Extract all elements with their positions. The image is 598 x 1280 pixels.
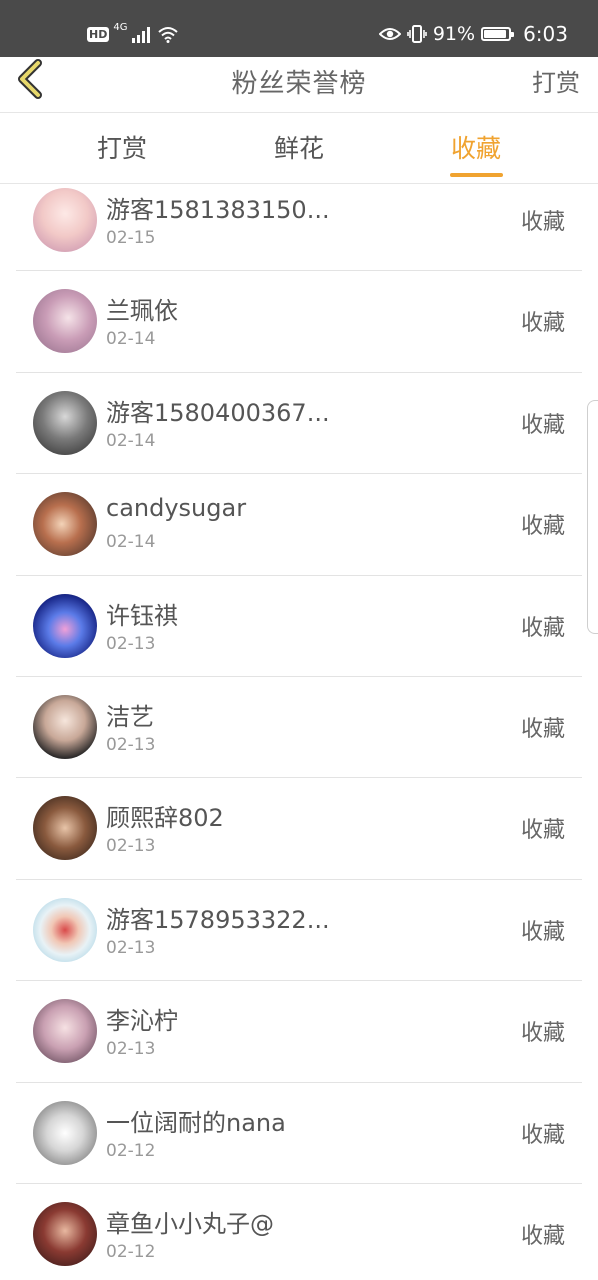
avatar[interactable] (33, 289, 97, 354)
favorite-label: 收藏 (520, 1021, 565, 1047)
favorite-label: 收藏 (520, 1122, 565, 1148)
list-item[interactable]: 一位阔耐的nana 02-12 收藏 (16, 1083, 582, 1184)
eye-icon (378, 28, 401, 40)
list-item[interactable]: 洁艺 02-13 收藏 (16, 677, 582, 779)
item-date: 02-14 (106, 329, 156, 350)
vibrate-icon (407, 25, 427, 43)
favorite-label: 收藏 (520, 311, 565, 337)
avatar[interactable] (33, 390, 97, 455)
battery-icon (481, 27, 515, 41)
reward-button[interactable]: 打赏 (532, 63, 580, 98)
fan-list-content: 游客1581383150... 02-15 收藏 兰珮依 02-14 收藏 游客… (0, 184, 598, 1280)
user-name: 章鱼小小丸子@ (106, 1209, 274, 1238)
item-date: 02-13 (106, 836, 156, 857)
item-date: 02-12 (106, 1140, 156, 1161)
user-name: 洁艺 (106, 702, 154, 731)
avatar[interactable] (33, 593, 97, 658)
list-item[interactable]: 顾熙辞802 02-13 收藏 (16, 778, 582, 880)
user-name: 一位阔耐的nana (106, 1108, 286, 1137)
user-name: 许钰祺 (106, 601, 178, 630)
tab-bar: 打赏 鲜花 收藏 (0, 113, 598, 184)
list-item[interactable]: 游客1578953322... 02-13 收藏 (16, 880, 582, 982)
item-date: 02-13 (106, 1039, 156, 1060)
avatar[interactable] (33, 492, 97, 557)
scroll-edge-handle[interactable] (587, 400, 598, 634)
favorite-label: 收藏 (520, 716, 565, 742)
item-date: 02-15 (106, 228, 156, 248)
battery-text: 91% (432, 23, 476, 45)
wifi-icon (158, 27, 179, 43)
status-bar: HD 4G 91% 6:03 (0, 0, 598, 57)
avatar[interactable] (33, 796, 97, 861)
network-label: 4G (113, 21, 128, 33)
item-date: 02-14 (106, 532, 156, 553)
user-name: 游客1578953322... (106, 905, 330, 934)
user-name: 游客1581383150... (106, 196, 330, 224)
avatar[interactable] (33, 1201, 97, 1266)
clock: 6:03 (523, 22, 568, 46)
user-name: 游客1580400367... (106, 398, 330, 427)
avatar[interactable] (33, 188, 97, 252)
avatar[interactable] (33, 999, 97, 1064)
app-header: 粉丝荣誉榜 打赏 (0, 57, 598, 113)
hd-badge: HD (87, 26, 110, 42)
favorite-label: 收藏 (520, 412, 565, 438)
favorite-label: 收藏 (520, 210, 565, 235)
favorite-label: 收藏 (520, 514, 565, 540)
list-item[interactable]: 游客1580400367... 02-14 收藏 (16, 373, 582, 475)
active-tab-indicator (450, 173, 503, 177)
list-item[interactable]: 许钰祺 02-13 收藏 (16, 576, 582, 677)
tab-flowers[interactable]: 鲜花 (274, 129, 324, 165)
status-left: HD 4G (87, 22, 179, 46)
list-item[interactable]: 兰珮依 02-14 收藏 (16, 271, 582, 373)
status-right: 91% 6:03 (378, 20, 568, 48)
item-date: 02-13 (106, 734, 156, 755)
user-name: 李沁柠 (106, 1007, 178, 1036)
user-name: 顾熙辞802 (106, 804, 224, 833)
list-item[interactable]: 章鱼小小丸子@ 02-12 收藏 (16, 1184, 582, 1280)
tab-reward[interactable]: 打赏 (97, 129, 147, 165)
favorite-label: 收藏 (520, 615, 565, 641)
avatar[interactable] (33, 694, 97, 759)
list-item[interactable]: 李沁柠 02-13 收藏 (16, 981, 582, 1083)
item-date: 02-14 (106, 430, 156, 451)
tab-favorites[interactable]: 收藏 (451, 129, 501, 165)
item-date: 02-13 (106, 633, 156, 654)
signal-icon (132, 27, 151, 43)
battery-fill (484, 30, 507, 38)
list-item[interactable]: 游客1581383150... 02-15 收藏 (16, 184, 582, 272)
page-title: 粉丝荣誉榜 (231, 69, 367, 99)
avatar[interactable] (33, 1100, 97, 1165)
user-name: candysugar (106, 494, 247, 523)
favorite-label: 收藏 (520, 818, 565, 844)
favorite-label: 收藏 (520, 919, 565, 945)
item-date: 02-12 (106, 1241, 156, 1262)
favorite-label: 收藏 (520, 1223, 565, 1249)
avatar[interactable] (33, 897, 97, 962)
list-item[interactable]: candysugar 02-14 收藏 (16, 474, 582, 576)
user-name: 兰珮依 (106, 297, 178, 326)
item-date: 02-13 (106, 937, 156, 958)
fan-list[interactable]: 游客1581383150... 02-15 收藏 兰珮依 02-14 收藏 游客… (0, 184, 598, 1280)
